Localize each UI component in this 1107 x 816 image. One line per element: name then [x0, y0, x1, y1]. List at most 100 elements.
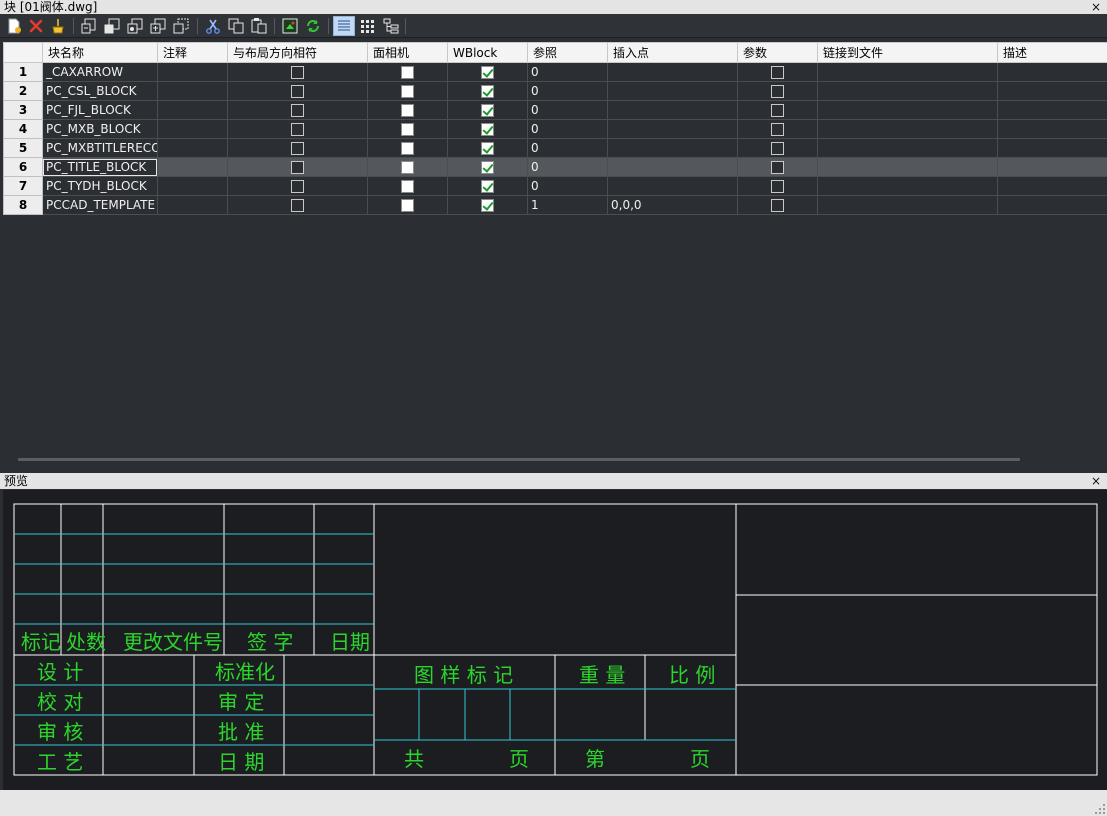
block-name-cell[interactable]: PC_MXBTITLERECOF	[42, 138, 158, 158]
link-to-file-cell[interactable]	[817, 62, 998, 82]
table-row[interactable]: 2 PC_CSL_BLOCK 0	[3, 81, 1107, 101]
description-cell[interactable]	[997, 157, 1107, 177]
face-camera-checkbox[interactable]	[401, 180, 414, 193]
parameters-cell[interactable]	[737, 119, 818, 139]
insertion-point-cell[interactable]	[607, 176, 738, 196]
insertion-point-cell[interactable]	[607, 100, 738, 120]
new-block-icon[interactable]	[5, 17, 23, 35]
row-number[interactable]: 7	[3, 176, 43, 196]
wblock-checkbox[interactable]	[481, 161, 494, 174]
wblock-checkbox[interactable]	[481, 180, 494, 193]
match-orientation-cell[interactable]	[227, 157, 368, 177]
face-camera-cell[interactable]	[367, 138, 448, 158]
wblock-checkbox[interactable]	[481, 66, 494, 79]
parameters-cell[interactable]	[737, 62, 818, 82]
thumbnail-view-icon[interactable]	[359, 17, 377, 35]
parameters-cell[interactable]	[737, 195, 818, 215]
table-row[interactable]: 5 PC_MXBTITLERECOF 0	[3, 138, 1107, 158]
horizontal-scrollbar[interactable]	[18, 458, 1020, 461]
preview-close-icon[interactable]: ×	[1091, 473, 1101, 489]
parameters-checkbox[interactable]	[771, 123, 784, 136]
face-camera-checkbox[interactable]	[401, 123, 414, 136]
table-row[interactable]: 4 PC_MXB_BLOCK 0	[3, 119, 1107, 139]
reference-cell[interactable]: 0	[527, 138, 608, 158]
column-header-name[interactable]: 块名称	[42, 42, 158, 63]
table-row[interactable]: 3 PC_FJL_BLOCK 0	[3, 100, 1107, 120]
table-row[interactable]: 8 PCCAD_TEMPLATE 1 0,0,0	[3, 195, 1107, 215]
row-number[interactable]: 6	[3, 157, 43, 177]
description-cell[interactable]	[997, 62, 1107, 82]
face-camera-checkbox[interactable]	[401, 161, 414, 174]
insertion-point-cell[interactable]	[607, 119, 738, 139]
parameters-cell[interactable]	[737, 81, 818, 101]
column-header-reference[interactable]: 参照	[527, 42, 608, 63]
description-cell[interactable]	[997, 176, 1107, 196]
match-orientation-cell[interactable]	[227, 176, 368, 196]
insertion-point-cell[interactable]	[607, 81, 738, 101]
annotative-cell[interactable]	[157, 81, 228, 101]
block-name-cell[interactable]: PC_TITLE_BLOCK	[42, 157, 158, 177]
reference-cell[interactable]: 1	[527, 195, 608, 215]
reference-cell[interactable]: 0	[527, 81, 608, 101]
wblock-checkbox[interactable]	[481, 85, 494, 98]
extract-block-icon[interactable]	[172, 17, 190, 35]
reference-cell[interactable]: 0	[527, 176, 608, 196]
column-header-parameters[interactable]: 参数	[737, 42, 818, 63]
block-name-cell[interactable]: PC_MXB_BLOCK	[42, 119, 158, 139]
table-row[interactable]: 1 _CAXARROW 0	[3, 62, 1107, 82]
purge-icon[interactable]	[49, 17, 67, 35]
reference-cell[interactable]: 0	[527, 119, 608, 139]
grid-corner[interactable]	[3, 42, 43, 63]
row-number[interactable]: 5	[3, 138, 43, 158]
parameters-cell[interactable]	[737, 176, 818, 196]
wblock-cell[interactable]	[447, 119, 528, 139]
match-orientation-checkbox[interactable]	[291, 104, 304, 117]
wblock-checkbox[interactable]	[481, 142, 494, 155]
wblock-cell[interactable]	[447, 176, 528, 196]
face-camera-cell[interactable]	[367, 195, 448, 215]
column-header-wblock[interactable]: WBlock	[447, 42, 528, 63]
parameters-cell[interactable]	[737, 138, 818, 158]
paste-icon[interactable]	[250, 17, 268, 35]
wblock-cell[interactable]	[447, 100, 528, 120]
face-camera-checkbox[interactable]	[401, 85, 414, 98]
face-camera-checkbox[interactable]	[401, 142, 414, 155]
match-orientation-cell[interactable]	[227, 81, 368, 101]
close-icon[interactable]: ×	[1091, 0, 1101, 14]
parameters-checkbox[interactable]	[771, 85, 784, 98]
refresh-icon[interactable]	[304, 17, 322, 35]
match-orientation-checkbox[interactable]	[291, 66, 304, 79]
column-header-match-orientation[interactable]: 与布局方向相符	[227, 42, 368, 63]
column-header-link-to-file[interactable]: 链接到文件	[817, 42, 998, 63]
block-name-cell[interactable]: PC_CSL_BLOCK	[42, 81, 158, 101]
match-orientation-cell[interactable]	[227, 62, 368, 82]
row-number[interactable]: 4	[3, 119, 43, 139]
row-number[interactable]: 3	[3, 100, 43, 120]
parameters-cell[interactable]	[737, 100, 818, 120]
link-to-file-cell[interactable]	[817, 195, 998, 215]
face-camera-checkbox[interactable]	[401, 66, 414, 79]
redefine-block-icon[interactable]	[103, 17, 121, 35]
edit-block-icon[interactable]	[126, 17, 144, 35]
face-camera-cell[interactable]	[367, 81, 448, 101]
annotative-cell[interactable]	[157, 62, 228, 82]
description-cell[interactable]	[997, 138, 1107, 158]
face-camera-cell[interactable]	[367, 176, 448, 196]
face-camera-cell[interactable]	[367, 62, 448, 82]
face-camera-cell[interactable]	[367, 100, 448, 120]
export-icon[interactable]	[281, 17, 299, 35]
wblock-cell[interactable]	[447, 195, 528, 215]
block-name-edit[interactable]: PC_TITLE_BLOCK	[43, 158, 157, 176]
parameters-checkbox[interactable]	[771, 104, 784, 117]
tree-view-icon[interactable]	[382, 17, 400, 35]
column-header-face-camera[interactable]: 面相机	[367, 42, 448, 63]
column-header-description[interactable]: 描述	[997, 42, 1107, 63]
annotative-cell[interactable]	[157, 100, 228, 120]
wblock-cell[interactable]	[447, 62, 528, 82]
link-to-file-cell[interactable]	[817, 100, 998, 120]
match-orientation-checkbox[interactable]	[291, 180, 304, 193]
face-camera-checkbox[interactable]	[401, 199, 414, 212]
rename-block-icon[interactable]	[149, 17, 167, 35]
match-orientation-checkbox[interactable]	[291, 85, 304, 98]
link-to-file-cell[interactable]	[817, 176, 998, 196]
